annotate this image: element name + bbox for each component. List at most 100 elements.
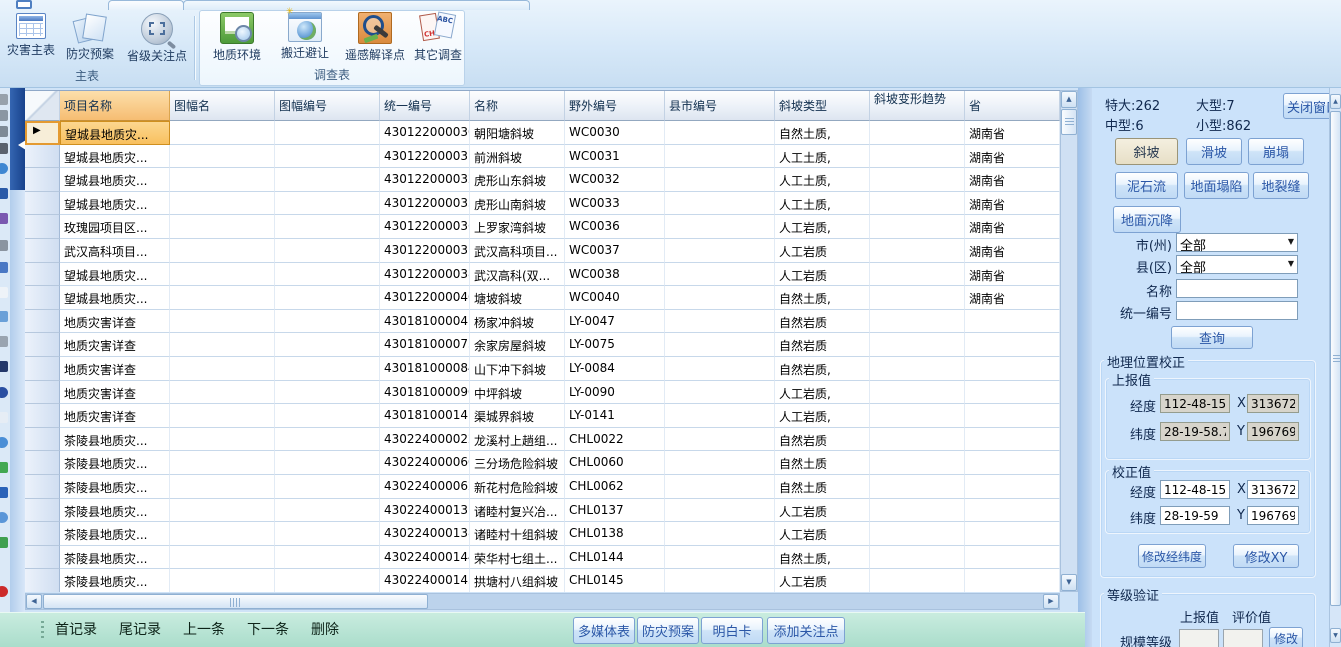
cell-county_no[interactable] [665,121,775,145]
city-select[interactable]: 全部 ▼ [1176,233,1298,252]
nav-item-2[interactable]: 尾记录 [119,613,161,647]
corrected-x-input[interactable] [1247,480,1299,499]
cell-uid[interactable]: 430122000033 [380,192,470,216]
column-header-project[interactable]: 项目名称 [60,91,170,121]
cell-map_no[interactable] [275,404,380,428]
table-row[interactable]: 望城县地质灾...430122000032虎形山东斜坡WC0032人工土质,湖南… [25,168,1060,192]
column-header-trend[interactable]: 斜坡变形趋势 [870,91,965,121]
nav-item-5[interactable]: 删除 [311,613,339,647]
cell-uid[interactable]: 430224000138 [380,522,470,546]
cell-province[interactable] [965,451,1060,475]
cell-name[interactable]: 诸睦村十组斜坡 [470,522,565,546]
horizontal-scroll-thumb[interactable] [43,594,428,609]
panel-icon[interactable] [0,487,8,498]
cell-trend[interactable] [870,145,965,169]
type-button-7[interactable]: 地面沉降 [1113,206,1181,233]
cell-map_name[interactable] [170,451,275,475]
scroll-down-icon[interactable]: ▼ [1330,628,1341,643]
cell-map_name[interactable] [170,546,275,570]
dot-icon[interactable] [0,512,8,523]
cell-slope_type[interactable]: 人工土质, [775,145,870,169]
cell-province[interactable] [965,310,1060,334]
cell-field_no[interactable]: CHL0062 [565,475,665,499]
table-row[interactable]: 茶陵县地质灾...430224000062新花村危险斜坡CHL0062自然土质 [25,475,1060,499]
cell-name[interactable]: 塘坡斜坡 [470,286,565,310]
cell-province[interactable]: 湖南省 [965,121,1060,145]
cell-trend[interactable] [870,333,965,357]
cell-field_no[interactable]: LY-0075 [565,333,665,357]
cell-map_no[interactable] [275,475,380,499]
cell-field_no[interactable]: LY-0047 [565,310,665,334]
table-row[interactable]: 地质灾害详查430181000084山下冲下斜坡LY-0084自然岩质, [25,357,1060,381]
cell-project[interactable]: 茶陵县地质灾... [60,451,170,475]
corrected-y-input[interactable] [1247,506,1299,525]
cell-project[interactable]: 地质灾害详查 [60,310,170,334]
cell-name[interactable]: 虎形山南斜坡 [470,192,565,216]
uid-input[interactable] [1176,301,1298,320]
cell-project[interactable]: 望城县地质灾... [60,263,170,287]
table-row[interactable]: 茶陵县地质灾...430224000060三分场危险斜坡CHL0060自然土质 [25,451,1060,475]
cell-project[interactable]: 玫瑰园项目区... [60,215,170,239]
cell-name[interactable]: 前洲斜坡 [470,145,565,169]
cell-county_no[interactable] [665,428,775,452]
cell-province[interactable] [965,475,1060,499]
cell-trend[interactable] [870,499,965,523]
row-indicator[interactable] [25,145,60,169]
cell-field_no[interactable]: LY-0084 [565,357,665,381]
query-button[interactable]: 查询 [1171,326,1253,349]
cell-project[interactable]: 望城县地质灾... [60,192,170,216]
cell-trend[interactable] [870,522,965,546]
cell-province[interactable]: 湖南省 [965,286,1060,310]
table-vertical-scrollbar[interactable]: ▲ ▼ [1060,90,1078,592]
table-row[interactable]: 茶陵县地质灾...430224000138诸睦村十组斜坡CHL0138人工岩质 [25,522,1060,546]
cell-slope_type[interactable]: 自然岩质 [775,428,870,452]
cell-map_name[interactable] [170,168,275,192]
page-icon[interactable] [0,287,8,298]
table-row[interactable]: 地质灾害详查430181000141渠城界斜坡LY-0141人工岩质, [25,404,1060,428]
cell-map_no[interactable] [275,451,380,475]
cell-trend[interactable] [870,263,965,287]
relocation-avoidance-button[interactable]: ✳ 搬迁避让 [276,12,334,61]
column-header-slope_type[interactable]: 斜坡类型 [775,91,870,121]
table-horizontal-scrollbar[interactable]: ◀ ▶ [25,593,1060,610]
column-header-name[interactable]: 名称 [470,91,565,121]
cell-trend[interactable] [870,310,965,334]
column-header-map_name[interactable]: 图幅名 [170,91,275,121]
cell-project[interactable]: 地质灾害详查 [60,357,170,381]
row-indicator[interactable] [25,310,60,334]
table-row[interactable]: 玫瑰园项目区...430122000036上罗家湾斜坡WC0036人工岩质,湖南… [25,215,1060,239]
row-indicator[interactable] [25,168,60,192]
cell-county_no[interactable] [665,239,775,263]
table-row[interactable]: 望城县地质灾...430122000033虎形山南斜坡WC0033人工土质,湖南… [25,192,1060,216]
type-button-6[interactable]: 地裂缝 [1253,172,1309,199]
cell-map_name[interactable] [170,121,275,145]
cell-trend[interactable] [870,475,965,499]
plant-icon[interactable] [0,537,8,548]
cell-trend[interactable] [870,546,965,570]
panel-scrollbar[interactable]: ▲ ▼ [1329,88,1341,647]
check-icon[interactable] [0,462,8,473]
row-indicator[interactable] [25,239,60,263]
cell-trend[interactable] [870,569,965,592]
cell-uid[interactable]: 430224000060 [380,451,470,475]
cell-project[interactable]: 茶陵县地质灾... [60,475,170,499]
cell-name[interactable]: 荣华村七组土... [470,546,565,570]
cell-uid[interactable]: 430122000032 [380,168,470,192]
cell-name[interactable]: 三分场危险斜坡 [470,451,565,475]
cell-trend[interactable] [870,121,965,145]
type-button-5[interactable]: 地面塌陷 [1184,172,1249,199]
cell-uid[interactable]: 430181000084 [380,357,470,381]
cell-county_no[interactable] [665,475,775,499]
cell-uid[interactable]: 430122000038 [380,263,470,287]
cell-map_name[interactable] [170,286,275,310]
nav-item-4[interactable]: 下一条 [247,613,289,647]
cell-slope_type[interactable]: 人工岩质, [775,215,870,239]
cell-project[interactable]: 望城县地质灾... [60,145,170,169]
cell-county_no[interactable] [665,569,775,592]
cell-project[interactable]: 茶陵县地质灾... [60,546,170,570]
scroll-right-icon[interactable]: ▶ [1043,594,1059,609]
cell-name[interactable]: 山下冲下斜坡 [470,357,565,381]
cell-name[interactable]: 上罗家湾斜坡 [470,215,565,239]
bottom-button-2[interactable]: 防灾预案 [637,617,699,644]
pencil-icon[interactable] [0,143,8,154]
